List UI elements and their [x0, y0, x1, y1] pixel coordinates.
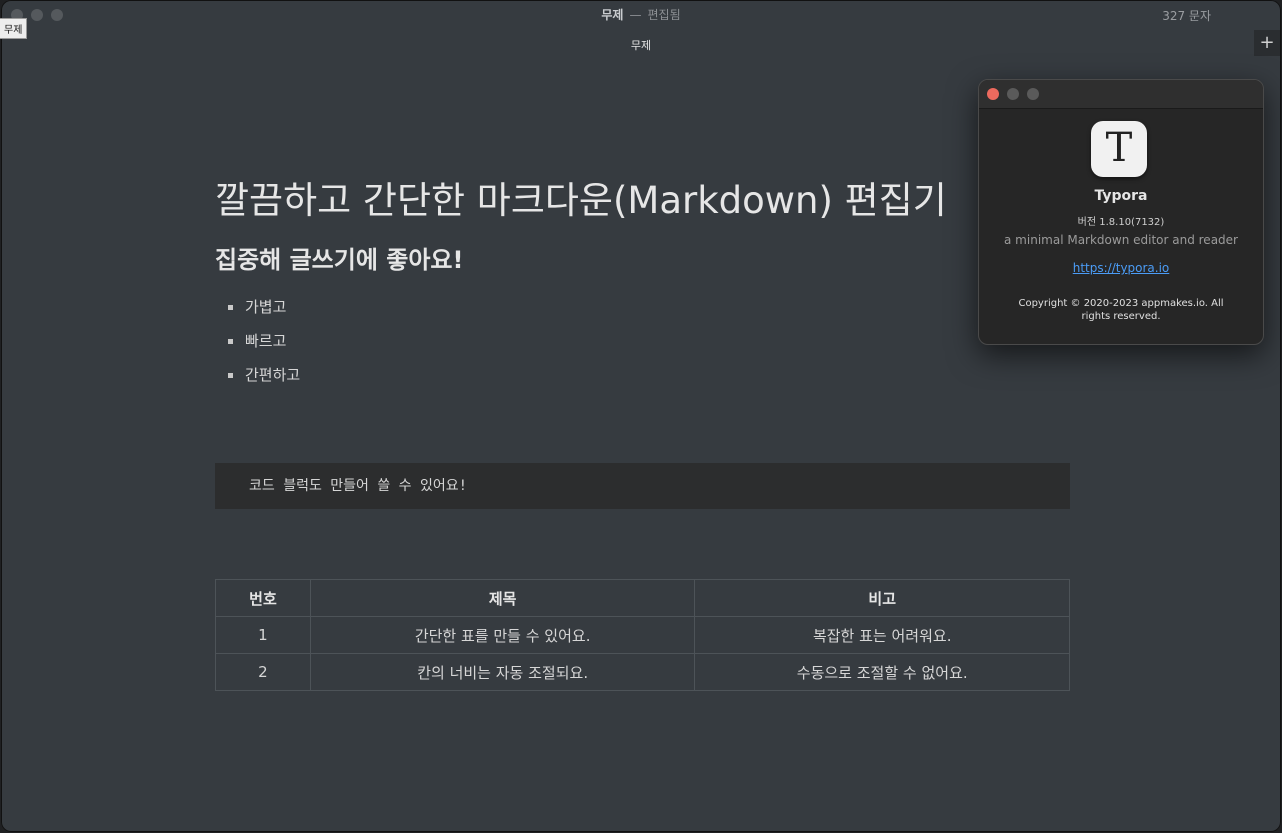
document-name: 무제	[601, 8, 624, 22]
bullet-icon	[228, 373, 233, 378]
heading-1[interactable]: 깔끔하고 간단한 마크다운(Markdown) 편집기	[215, 170, 947, 224]
table-row: 2 칸의 너비는 자동 조절되요. 수동으로 조절할 수 없어요.	[215, 653, 1070, 691]
app-version: 버전 1.8.10(7132)	[1077, 217, 1165, 228]
bullet-icon	[228, 339, 233, 344]
bullet-icon	[228, 305, 233, 310]
table-cell[interactable]: 1	[215, 616, 311, 654]
window-title: 무제 — 편집됨	[1, 6, 1281, 23]
app-description: a minimal Markdown editor and reader	[1004, 233, 1238, 247]
word-count[interactable]: 327 문자	[1162, 7, 1211, 24]
markdown-table: 번호 제목 비고 1 간단한 표를 만들 수 있어요. 복잡한 표는 어려워요.…	[215, 579, 1070, 691]
table-cell[interactable]: 2	[215, 653, 311, 691]
title-tooltip: 무제	[0, 18, 28, 39]
about-minimize-button[interactable]	[1007, 88, 1019, 100]
app-name: Typora	[1094, 188, 1148, 204]
table-cell[interactable]: 간단한 표를 만들 수 있어요.	[309, 616, 696, 654]
about-zoom-button[interactable]	[1027, 88, 1039, 100]
table-header-cell[interactable]: 비고	[694, 579, 1070, 617]
code-block[interactable]: 코드 블럭도 만들어 쓸 수 있어요!	[215, 463, 1070, 509]
title-bar[interactable]: 무제 — 편집됨 327 문자	[1, 0, 1281, 28]
table-row: 1 간단한 표를 만들 수 있어요. 복잡한 표는 어려워요.	[215, 616, 1070, 654]
website-link[interactable]: https://typora.io	[979, 261, 1263, 275]
table-cell[interactable]: 복잡한 표는 어려워요.	[694, 616, 1070, 654]
bullet-list: 가볍고 빠르고 간편하고	[215, 290, 300, 392]
list-item[interactable]: 가볍고	[215, 290, 300, 324]
copyright-text: Copyright © 2020-2023 appmakes.io. All r…	[1018, 298, 1224, 322]
about-close-button[interactable]	[987, 88, 999, 100]
table-header-cell[interactable]: 제목	[309, 579, 696, 617]
table-header-row: 번호 제목 비고	[215, 579, 1070, 617]
list-item[interactable]: 간편하고	[215, 358, 300, 392]
new-tab-button[interactable]: +	[1254, 30, 1280, 56]
list-item-text: 빠르고	[245, 332, 287, 350]
about-title-bar[interactable]	[979, 80, 1263, 109]
about-dialog: T Typora 버전 1.8.10(7132) a minimal Markd…	[978, 79, 1264, 345]
title-separator: —	[629, 8, 642, 22]
table-header-cell[interactable]: 번호	[215, 579, 311, 617]
table-cell[interactable]: 수동으로 조절할 수 없어요.	[694, 653, 1070, 691]
list-item[interactable]: 빠르고	[215, 324, 300, 358]
list-item-text: 가볍고	[245, 298, 287, 316]
heading-2[interactable]: 집중해 글쓰기에 좋아요!	[215, 240, 463, 275]
list-item-text: 간편하고	[245, 366, 301, 384]
edit-state: 편집됨	[647, 8, 681, 22]
tab-title[interactable]: 무제	[1, 37, 1281, 53]
typora-app-icon: T	[1091, 121, 1147, 177]
table-cell[interactable]: 칸의 너비는 자동 조절되요.	[309, 653, 696, 691]
